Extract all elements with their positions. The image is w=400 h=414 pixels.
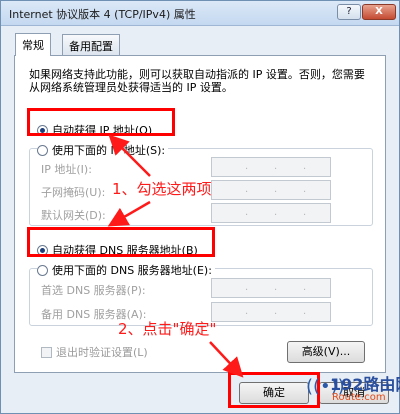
annotation-arrows [107,134,244,378]
watermark: ((•)) 192路由网 Route.com [306,372,400,412]
tab-general[interactable]: 常规 [15,33,51,56]
arrow-to-dns-auto [107,200,151,227]
watermark-site: Route.com [332,392,386,403]
arrow-to-ok-button [209,341,244,378]
arrow-to-ip-auto [108,134,151,177]
